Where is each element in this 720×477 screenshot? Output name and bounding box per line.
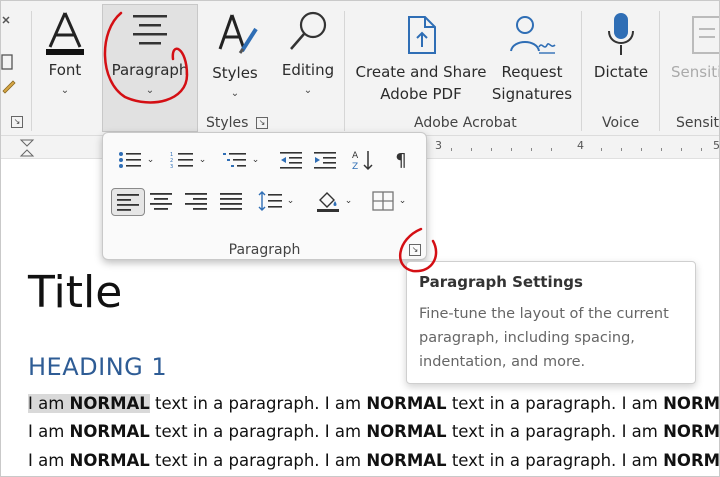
align-center-button[interactable] bbox=[146, 188, 176, 214]
create-share-line2: Adobe PDF bbox=[380, 85, 462, 103]
styles-dialog-launcher-icon[interactable]: ↘ bbox=[256, 117, 268, 129]
increase-indent-button[interactable] bbox=[311, 147, 339, 173]
numbering-icon: 1 2 3 bbox=[170, 152, 193, 169]
chevron-down-icon: ⌄ bbox=[145, 85, 155, 96]
paragraph-popup: ⌄ 1 2 3 ⌄ ⌄ A Z ¶ ⌄ ⌄ ⌄ Paragraph ↘ bbox=[102, 132, 427, 260]
tooltip-description: Fine-tune the layout of the current para… bbox=[419, 306, 669, 370]
styles-label: Styles bbox=[212, 64, 258, 82]
voice-group-label: Voice bbox=[602, 115, 640, 131]
separator bbox=[659, 11, 660, 131]
create-share-adobe-pdf-button[interactable]: Create and Share Adobe PDF bbox=[353, 9, 489, 109]
borders-icon bbox=[372, 191, 394, 211]
create-share-line1: Create and Share bbox=[355, 63, 487, 81]
editing-label: Editing bbox=[281, 61, 335, 79]
paragraph-settings-launcher-icon[interactable]: ↘ bbox=[409, 244, 421, 256]
pilcrow-icon: ¶ bbox=[395, 149, 407, 171]
separator bbox=[31, 11, 32, 131]
paragraph-button[interactable]: Paragraph ⌄ bbox=[102, 4, 198, 132]
tooltip-title: Paragraph Settings bbox=[419, 273, 583, 291]
align-right-icon bbox=[185, 193, 207, 210]
font-label: Font bbox=[48, 61, 82, 79]
decrease-indent-button[interactable] bbox=[277, 147, 305, 173]
clipboard-dialog-launcher-icon[interactable]: ↘ bbox=[11, 116, 23, 128]
line-spacing-button[interactable]: ⌄ bbox=[253, 188, 299, 214]
svg-text:Z: Z bbox=[352, 162, 358, 171]
paragraph-label: Paragraph bbox=[111, 61, 189, 79]
search-icon bbox=[290, 11, 327, 50]
paragraph-group-label: Paragraph bbox=[228, 242, 301, 258]
chevron-down-icon: ⌄ bbox=[251, 155, 260, 165]
document-title[interactable]: Title bbox=[28, 267, 122, 318]
microphone-icon bbox=[608, 13, 634, 55]
numbering-button[interactable]: 1 2 3 ⌄ bbox=[165, 147, 211, 173]
align-left-icon bbox=[117, 194, 139, 211]
multilevel-list-icon bbox=[222, 153, 246, 167]
ruler-number: 4 bbox=[577, 139, 584, 152]
dictate-button[interactable]: Dictate bbox=[589, 9, 653, 109]
body-line-2[interactable]: I am NORMAL text in a paragraph. I am NO… bbox=[28, 422, 719, 441]
ribbon: ↘ Font ⌄ Paragraph ⌄ Styles ⌄ Styles ↘ E… bbox=[1, 1, 719, 136]
chevron-down-icon: ⌄ bbox=[286, 196, 295, 206]
chevron-down-icon: ⌄ bbox=[230, 88, 240, 99]
justify-icon bbox=[220, 193, 242, 210]
font-button[interactable]: Font ⌄ bbox=[36, 9, 94, 99]
adobe-acrobat-group-label: Adobe Acrobat bbox=[414, 115, 517, 131]
borders-button[interactable]: ⌄ bbox=[365, 188, 413, 214]
chevron-down-icon: ⌄ bbox=[198, 155, 207, 165]
sensitivity-button[interactable]: Sensiti bbox=[667, 9, 720, 109]
signature-icon bbox=[510, 16, 556, 54]
justify-button[interactable] bbox=[216, 188, 246, 214]
ruler-number: 3 bbox=[435, 139, 442, 152]
document-heading[interactable]: HEADING 1 bbox=[28, 353, 167, 381]
styles-icon bbox=[218, 14, 258, 54]
ruler-number: 5 bbox=[713, 139, 720, 152]
bullets-icon bbox=[118, 152, 141, 168]
request-signatures-button[interactable]: Request Signatures bbox=[489, 9, 575, 109]
sensitivity-icon bbox=[692, 16, 719, 54]
styles-group-label: Styles bbox=[206, 115, 249, 131]
show-formatting-marks-button[interactable]: ¶ bbox=[387, 147, 415, 173]
font-icon bbox=[46, 12, 84, 55]
bullets-button[interactable]: ⌄ bbox=[113, 147, 159, 173]
chevron-down-icon: ⌄ bbox=[344, 196, 353, 206]
sort-button[interactable]: A Z bbox=[349, 147, 377, 173]
sensitivity-label: Sensiti bbox=[671, 63, 720, 81]
shading-paint-bucket-icon bbox=[316, 192, 339, 212]
styles-button[interactable]: Styles ⌄ bbox=[206, 9, 264, 109]
shading-button[interactable]: ⌄ bbox=[311, 188, 357, 214]
selected-text[interactable]: I am NORMAL bbox=[28, 394, 150, 413]
increase-indent-icon bbox=[314, 152, 336, 169]
line-spacing-icon bbox=[258, 191, 282, 211]
pdf-share-icon bbox=[408, 16, 436, 54]
clipboard-icons-partial[interactable] bbox=[1, 11, 19, 101]
separator bbox=[344, 11, 345, 131]
decrease-indent-icon bbox=[280, 152, 302, 169]
sort-az-icon: A Z bbox=[352, 151, 373, 171]
body-line-3[interactable]: I am NORMAL text in a paragraph. I am NO… bbox=[28, 451, 719, 470]
request-line2: Signatures bbox=[491, 85, 573, 103]
align-center-icon bbox=[133, 15, 167, 45]
sensitivity-group-label: Sensiti bbox=[676, 115, 720, 131]
request-line1: Request bbox=[501, 63, 563, 81]
svg-text:A: A bbox=[352, 151, 359, 161]
align-center-icon bbox=[150, 193, 172, 210]
chevron-down-icon: ⌄ bbox=[60, 85, 70, 96]
dictate-label: Dictate bbox=[593, 63, 649, 81]
chevron-down-icon: ⌄ bbox=[303, 85, 313, 96]
multilevel-list-button[interactable]: ⌄ bbox=[217, 147, 265, 173]
align-right-button[interactable] bbox=[181, 188, 211, 214]
separator bbox=[581, 11, 582, 131]
paragraph-settings-tooltip: Paragraph Settings Fine-tune the layout … bbox=[406, 261, 696, 384]
indent-marker-icon[interactable] bbox=[19, 138, 35, 158]
body-line-1[interactable]: I am NORMAL text in a paragraph. I am NO… bbox=[28, 394, 719, 413]
chevron-down-icon: ⌄ bbox=[398, 196, 407, 206]
align-left-button[interactable] bbox=[111, 188, 145, 216]
chevron-down-icon: ⌄ bbox=[146, 155, 155, 165]
word-window: ↘ Font ⌄ Paragraph ⌄ Styles ⌄ Styles ↘ E… bbox=[0, 0, 720, 477]
editing-button[interactable]: Editing ⌄ bbox=[277, 9, 339, 99]
svg-text:3: 3 bbox=[170, 164, 173, 169]
